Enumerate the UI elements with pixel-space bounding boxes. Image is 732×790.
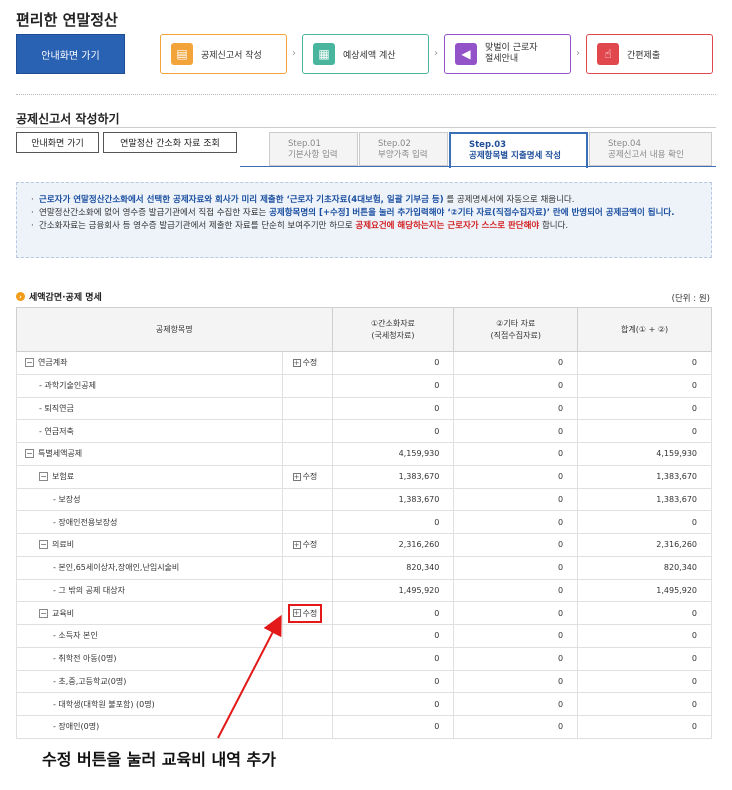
annotation-caption: 수정 버튼을 눌러 교육비 내역 추가 xyxy=(42,750,276,769)
annotation-arrow xyxy=(217,614,282,739)
